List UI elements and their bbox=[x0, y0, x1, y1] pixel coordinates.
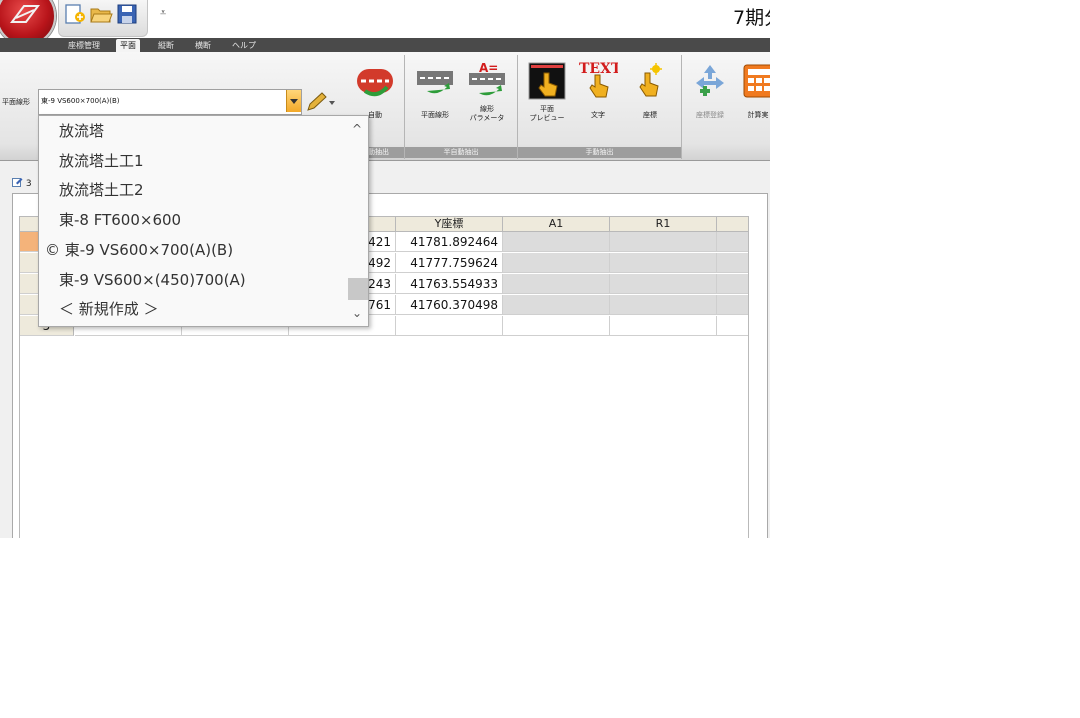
table-cell[interactable] bbox=[503, 316, 610, 336]
plane-linear-label: 平面線形 bbox=[2, 98, 30, 106]
dropdown-item[interactable]: 放流塔土工1 bbox=[39, 147, 343, 176]
table-cell[interactable] bbox=[717, 253, 748, 273]
window-title: 7期分 bbox=[733, 7, 770, 29]
plane-preview-label-line2: プレビュー bbox=[529, 114, 565, 122]
plane-preview-label-line1: 平面 bbox=[540, 105, 554, 113]
grid-header-a1[interactable]: A1 bbox=[503, 217, 610, 232]
coord-register-button[interactable]: 座標登録 bbox=[686, 61, 734, 125]
ribbon-group-semi-auto: 平面線形 A= 線形 パラメータ 半自動抽出 bbox=[405, 55, 518, 159]
ribbon-group-manual: 平面 プレビュー TEXT 文字 座標 手動抽出 bbox=[518, 55, 682, 159]
edit-note-icon bbox=[12, 178, 23, 187]
table-cell[interactable] bbox=[610, 316, 717, 336]
linear-parameter-label-line1: 線形 bbox=[480, 105, 494, 113]
dropdown-scrollbar[interactable]: ^ ⌄ bbox=[346, 116, 368, 326]
table-cell[interactable] bbox=[610, 232, 717, 252]
dropdown-item[interactable]: 放流塔 bbox=[39, 117, 343, 146]
coord-register-label: 座標登録 bbox=[696, 111, 724, 119]
table-cell[interactable] bbox=[503, 274, 610, 294]
chevron-down-icon bbox=[290, 99, 298, 104]
coord-register-icon bbox=[696, 65, 724, 96]
group-label-semi-auto: 半自動抽出 bbox=[405, 147, 517, 158]
table-cell[interactable] bbox=[610, 295, 717, 315]
coord-hand-icon bbox=[639, 63, 662, 97]
table-cell[interactable] bbox=[396, 316, 503, 336]
tab-plane[interactable]: 平面 bbox=[116, 39, 140, 52]
table-cell[interactable] bbox=[503, 232, 610, 252]
scroll-thumb[interactable] bbox=[348, 278, 368, 300]
dropdown-item-new[interactable]: ＜ 新規作成 ＞ bbox=[39, 295, 343, 324]
table-cell[interactable]: 41760.370498 bbox=[396, 295, 503, 315]
linear-parameter-icon: A= bbox=[469, 61, 505, 96]
plane-linear-combobox[interactable]: 東-9 VS600×700(A)(B) bbox=[38, 89, 302, 115]
application-window: ⩡ 7期分 座標管理 平面 縦断 横断 ヘルプ 平面線形 東-9 VS600×7… bbox=[0, 0, 770, 538]
table-cell[interactable] bbox=[717, 232, 748, 252]
scroll-up-icon[interactable]: ^ bbox=[346, 120, 368, 138]
plane-linear-icon bbox=[417, 71, 453, 94]
table-cell[interactable]: 41777.759624 bbox=[396, 253, 503, 273]
text-button-label: 文字 bbox=[591, 111, 605, 119]
text-button[interactable]: TEXT 文字 bbox=[574, 61, 622, 125]
linear-parameter-button[interactable]: A= 線形 パラメータ bbox=[463, 61, 511, 125]
edit-pencil-icon[interactable] bbox=[305, 92, 335, 112]
calc-button-label: 計算実 bbox=[747, 111, 769, 119]
table-cell[interactable] bbox=[503, 253, 610, 273]
scroll-down-icon[interactable]: ⌄ bbox=[346, 304, 368, 322]
new-file-icon[interactable] bbox=[63, 3, 87, 25]
open-folder-icon[interactable] bbox=[89, 3, 113, 25]
plane-preview-button[interactable]: 平面 プレビュー bbox=[523, 61, 571, 125]
plane-linear-value: 東-9 VS600×700(A)(B) bbox=[41, 97, 120, 105]
coord-button-label: 座標 bbox=[643, 111, 657, 119]
tab-longitudinal[interactable]: 縦断 bbox=[154, 39, 178, 52]
grid-header-extra bbox=[717, 217, 748, 232]
document-tab-label: 3 bbox=[25, 179, 32, 189]
calc-button[interactable]: 計算実 bbox=[734, 61, 770, 125]
table-cell[interactable] bbox=[717, 274, 748, 294]
table-cell[interactable] bbox=[610, 274, 717, 294]
group-label-manual: 手動抽出 bbox=[518, 147, 681, 158]
dropdown-item-selected[interactable]: © 東-9 VS600×700(A)(B) bbox=[39, 236, 343, 265]
save-disk-icon[interactable] bbox=[115, 3, 139, 25]
dropdown-item[interactable]: 放流塔土工2 bbox=[39, 176, 343, 205]
a-equals-icon-text: A= bbox=[479, 61, 498, 75]
ribbon-tab-strip: 座標管理 平面 縦断 横断 ヘルプ bbox=[0, 38, 770, 52]
grid-header-r1[interactable]: R1 bbox=[610, 217, 717, 232]
dropdown-item[interactable]: 東-9 VS600×(450)700(A) bbox=[39, 266, 343, 295]
table-cell[interactable]: 41781.892464 bbox=[396, 232, 503, 252]
quick-access-toolbar bbox=[58, 0, 148, 37]
linear-parameter-label: 線形 パラメータ bbox=[463, 105, 511, 123]
ribbon-group-register: 座標登録 計算実 bbox=[682, 55, 770, 159]
plane-linear-button-label: 平面線形 bbox=[421, 111, 449, 119]
plane-linear-button[interactable]: 平面線形 bbox=[411, 61, 459, 125]
title-bar: ⩡ 7期分 bbox=[0, 0, 770, 46]
table-cell[interactable] bbox=[503, 295, 610, 315]
plane-linear-dropdown-list[interactable]: 放流塔 放流塔土工1 放流塔土工2 東-8 FT600×600 © 東-9 VS… bbox=[38, 115, 369, 327]
plane-preview-label: 平面 プレビュー bbox=[523, 105, 571, 123]
dropdown-item[interactable]: 東-8 FT600×600 bbox=[39, 206, 343, 235]
table-cell[interactable] bbox=[717, 316, 748, 336]
linear-parameter-label-line2: パラメータ bbox=[469, 114, 505, 122]
tab-cross-section[interactable]: 横断 bbox=[191, 39, 215, 52]
table-cell[interactable] bbox=[610, 253, 717, 273]
table-cell[interactable] bbox=[717, 295, 748, 315]
qat-customize-icon[interactable]: ⩡ bbox=[160, 6, 166, 20]
combo-dropdown-button[interactable] bbox=[286, 90, 301, 112]
calculator-icon bbox=[743, 64, 770, 98]
app-logo-icon bbox=[10, 5, 40, 23]
coord-button[interactable]: 座標 bbox=[626, 61, 674, 125]
auto-extract-icon bbox=[357, 69, 393, 97]
grid-header-y[interactable]: Y座標 bbox=[396, 217, 503, 232]
tab-coordinate-management[interactable]: 座標管理 bbox=[64, 39, 104, 52]
table-cell[interactable]: 41763.554933 bbox=[396, 274, 503, 294]
plane-preview-icon bbox=[528, 62, 566, 100]
tab-help[interactable]: ヘルプ bbox=[228, 39, 260, 52]
text-hand-icon: TEXT bbox=[579, 61, 622, 98]
